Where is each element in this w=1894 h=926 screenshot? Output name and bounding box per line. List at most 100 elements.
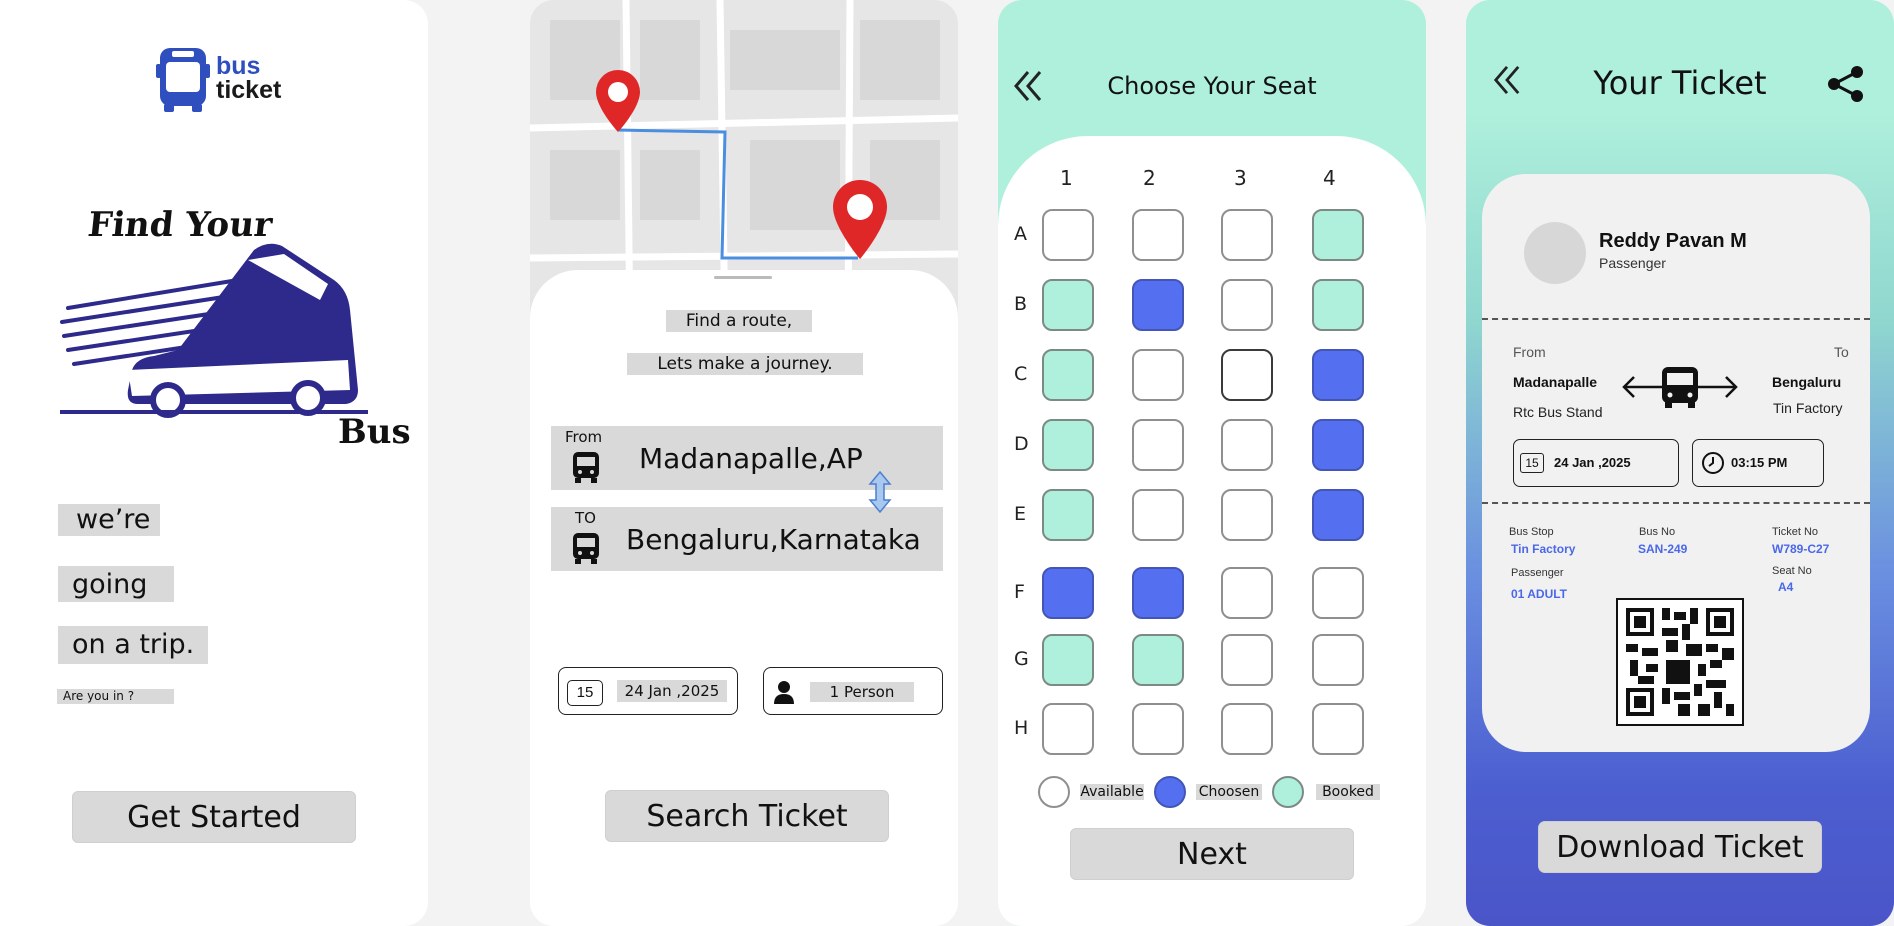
seat-G4[interactable] xyxy=(1312,634,1364,686)
seat-D4[interactable] xyxy=(1312,419,1364,471)
qr-code-icon xyxy=(1626,608,1734,716)
seat-G2 xyxy=(1132,634,1184,686)
seat-A4 xyxy=(1312,209,1364,261)
divider xyxy=(1482,318,1870,320)
seat-E2[interactable] xyxy=(1132,489,1184,541)
avatar xyxy=(1524,222,1586,284)
seat-E1 xyxy=(1042,489,1094,541)
passenger-count-label: Passenger xyxy=(1511,567,1564,579)
seat-H4[interactable] xyxy=(1312,703,1364,755)
hero-title-line2: Bus xyxy=(338,412,411,452)
seat-A1[interactable] xyxy=(1042,209,1094,261)
search-screen: Find a route, Lets make a journey. From … xyxy=(530,0,958,926)
ticket-no-value: W789-C27 xyxy=(1772,542,1830,556)
seat-F4[interactable] xyxy=(1312,567,1364,619)
bus-logo-icon xyxy=(156,48,210,112)
seat-F3[interactable] xyxy=(1221,567,1273,619)
search-ticket-button[interactable]: Search Ticket xyxy=(605,790,889,842)
seat-B2[interactable] xyxy=(1132,279,1184,331)
to-stop: Tin Factory xyxy=(1773,400,1843,416)
ticket-no-label: Ticket No xyxy=(1772,526,1819,538)
seat-C4[interactable] xyxy=(1312,349,1364,401)
seat-no-value: A4 xyxy=(1778,580,1794,594)
tagline-were: we’re xyxy=(58,504,160,536)
seat-legend: Available Choosen Booked xyxy=(1038,776,1398,810)
seat-G3[interactable] xyxy=(1221,634,1273,686)
row-label: D xyxy=(1014,433,1029,455)
from-label: From xyxy=(565,428,603,446)
ticket-card: Reddy Pavan M Passenger From To Madanapa… xyxy=(1482,174,1870,752)
row-label: F xyxy=(1014,581,1025,603)
from-city: Madanapalle xyxy=(1513,374,1598,390)
row-label: A xyxy=(1014,223,1027,245)
seat-A2[interactable] xyxy=(1132,209,1184,261)
date-value: 24 Jan ,2025 xyxy=(617,680,727,702)
tagline-on-a-trip: on a trip. xyxy=(58,626,208,664)
seat-E4[interactable] xyxy=(1312,489,1364,541)
legend-swatch-available xyxy=(1038,776,1070,808)
onboarding-screen: bus ticket Find Your Bus we’re going on … xyxy=(0,0,428,926)
seat-grid: A B C D E F G H xyxy=(998,136,1426,756)
seat-C3[interactable] xyxy=(1221,349,1273,401)
headline-find-route: Find a route, xyxy=(666,310,812,332)
seat-D1 xyxy=(1042,419,1094,471)
divider xyxy=(1482,502,1870,504)
seat-H1[interactable] xyxy=(1042,703,1094,755)
calendar-day: 15 xyxy=(576,684,594,701)
ticket-date: 15 24 Jan ,2025 xyxy=(1513,439,1679,487)
swap-button[interactable] xyxy=(860,470,900,514)
legend-swatch-chosen xyxy=(1154,776,1186,808)
drag-handle[interactable] xyxy=(714,276,772,279)
seat-A3[interactable] xyxy=(1221,209,1273,261)
bus-no-label: Bus No xyxy=(1639,526,1676,538)
to-label: TO xyxy=(575,509,596,527)
ticket-date-value: 24 Jan ,2025 xyxy=(1554,455,1631,470)
legend-swatch-booked xyxy=(1272,776,1304,808)
seat-D3[interactable] xyxy=(1221,419,1273,471)
bus-no-value: SAN-249 xyxy=(1638,542,1688,556)
seat-D2[interactable] xyxy=(1132,419,1184,471)
to-field[interactable]: TO Bengaluru,Karnataka xyxy=(551,507,943,571)
bus-icon xyxy=(573,452,599,483)
ticket-time: 03:15 PM xyxy=(1692,439,1824,487)
seat-H2[interactable] xyxy=(1132,703,1184,755)
share-icon[interactable] xyxy=(1826,64,1866,104)
date-picker[interactable]: 15 24 Jan ,2025 xyxy=(558,667,738,715)
legend-available: Available xyxy=(1080,784,1144,800)
seat-C2[interactable] xyxy=(1132,349,1184,401)
row-label: C xyxy=(1014,363,1028,385)
seat-map-panel: 1 2 3 4 ABCDEFGH Available Choosen Booke… xyxy=(998,136,1426,926)
bus-icon xyxy=(573,533,599,564)
tagline-going: going xyxy=(58,566,174,602)
download-ticket-button[interactable]: Download Ticket xyxy=(1538,821,1822,873)
search-sheet: Find a route, Lets make a journey. From … xyxy=(530,270,958,926)
seat-screen: Choose Your Seat 1 2 3 4 ABCDEFGH Availa… xyxy=(998,0,1426,926)
to-city: Bengaluru xyxy=(1772,374,1842,390)
passenger-picker[interactable]: 1 Person xyxy=(763,667,943,715)
seat-B1 xyxy=(1042,279,1094,331)
seat-G1 xyxy=(1042,634,1094,686)
question-text: Are you in ? xyxy=(57,689,174,704)
from-stop: Rtc Bus Stand xyxy=(1513,404,1603,420)
row-label: E xyxy=(1014,503,1027,525)
passenger-name: Reddy Pavan M xyxy=(1599,230,1747,252)
seat-F2[interactable] xyxy=(1132,567,1184,619)
calendar-icon: 15 xyxy=(567,680,603,706)
get-started-button[interactable]: Get Started xyxy=(72,791,356,843)
passenger-role: Passenger xyxy=(1599,255,1666,271)
seat-B3[interactable] xyxy=(1221,279,1273,331)
seat-no-label: Seat No xyxy=(1772,565,1812,577)
passenger-count-value: 01 ADULT xyxy=(1511,587,1568,601)
ticket-screen: Your Ticket Reddy Pavan M Passenger From… xyxy=(1466,0,1894,926)
clock-icon xyxy=(1702,452,1724,474)
seat-H3[interactable] xyxy=(1221,703,1273,755)
swap-vertical-icon xyxy=(868,470,892,514)
calendar-icon: 15 xyxy=(1520,453,1544,473)
seat-F1[interactable] xyxy=(1042,567,1094,619)
row-label: B xyxy=(1014,293,1028,315)
to-label: To xyxy=(1834,344,1849,360)
seat-screen-title: Choose Your Seat xyxy=(1107,72,1317,100)
row-label: G xyxy=(1014,648,1029,670)
next-button[interactable]: Next xyxy=(1070,828,1354,880)
seat-E3[interactable] xyxy=(1221,489,1273,541)
